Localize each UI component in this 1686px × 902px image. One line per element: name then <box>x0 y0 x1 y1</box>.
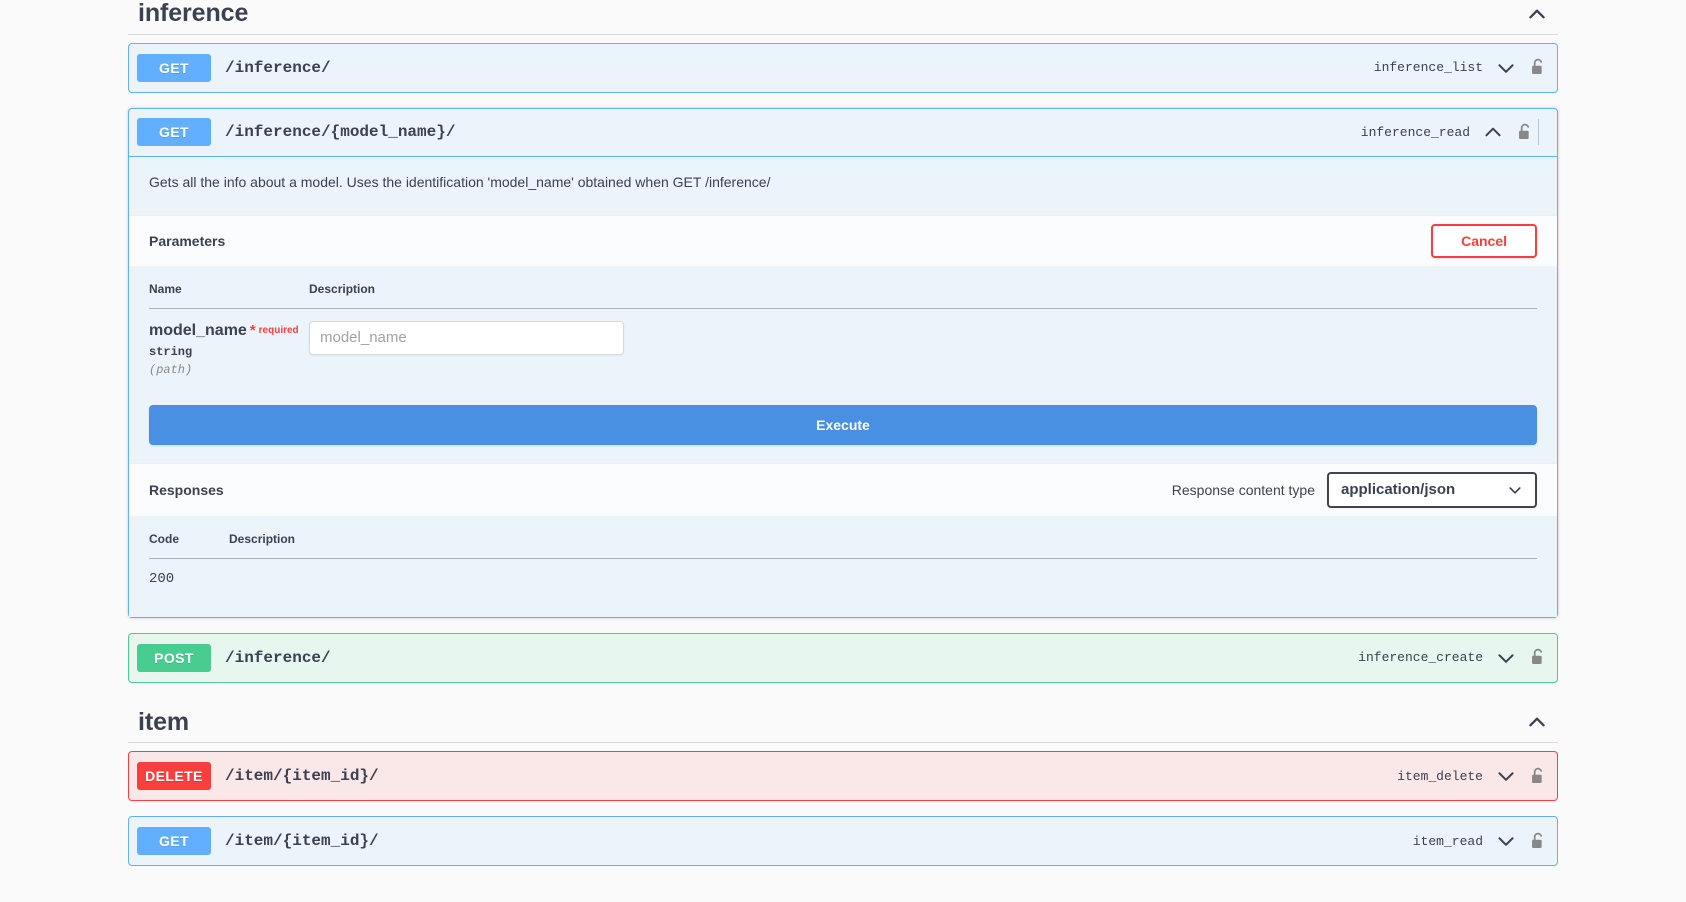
tag-title: inference <box>138 0 249 27</box>
operation-path: /inference/ <box>225 58 331 77</box>
http-method-badge: GET <box>137 53 211 82</box>
operation-path: /inference/ <box>225 648 331 667</box>
response-content-type-select[interactable]: application/json <box>1327 471 1537 508</box>
parameters-table: Name Description model_name * required str… <box>149 281 1537 387</box>
responses-col-description: Description <box>229 531 1537 559</box>
chevron-down-icon <box>1507 482 1523 498</box>
parameter-location: (path) <box>149 362 193 377</box>
chevron-down-icon[interactable] <box>1495 57 1527 79</box>
response-content-type-wrap: Response content type application/json <box>1171 471 1537 508</box>
table-row: 200 <box>149 558 1537 597</box>
parameter-type: string <box>149 344 193 359</box>
tag-header-item[interactable]: item <box>128 707 1558 744</box>
operation-path: /item/{item_id}/ <box>225 767 379 786</box>
swagger-content: inference GET /inference/ inference_list <box>128 0 1558 867</box>
tag-section-inference: inference GET /inference/ inference_list <box>128 0 1558 683</box>
operation-summary[interactable]: GET /inference/ inference_list <box>129 44 1557 92</box>
parameters-table-wrap: Name Description model_name * required str… <box>129 266 1557 397</box>
parameters-header: Parameters Cancel <box>129 214 1557 266</box>
operation-item-delete: DELETE /item/{item_id}/ item_delete <box>128 751 1558 802</box>
operation-summary[interactable]: DELETE /item/{item_id}/ item_delete <box>129 752 1557 800</box>
responses-col-code: Code <box>149 531 229 559</box>
unlock-icon[interactable] <box>1527 57 1547 78</box>
swagger-ui-page: inference GET /inference/ inference_list <box>0 0 1686 902</box>
operation-inference-create: POST /inference/ inference_create <box>128 632 1558 683</box>
chevron-down-icon[interactable] <box>1495 765 1527 787</box>
operation-list-item: DELETE /item/{item_id}/ item_delete GET … <box>128 743 1558 867</box>
execute-wrap: Execute <box>129 397 1557 463</box>
responses-title: Responses <box>149 481 224 498</box>
http-method-badge: POST <box>137 643 211 672</box>
parameters-table-header-row: Name Description <box>149 281 1537 309</box>
execute-button[interactable]: Execute <box>149 404 1537 445</box>
operation-id: inference_create <box>1358 650 1483 666</box>
operation-body: Gets all the info about a model. Uses th… <box>129 156 1557 617</box>
unlock-icon[interactable] <box>1527 831 1547 852</box>
operation-inference-list: GET /inference/ inference_list <box>128 42 1558 93</box>
chevron-up-icon[interactable] <box>1526 3 1548 25</box>
parameter-name-text: model_name <box>149 321 247 339</box>
table-row: model_name * required string (path) <box>149 308 1537 387</box>
operation-inference-read: GET /inference/{model_name}/ inference_r… <box>128 107 1558 618</box>
operation-path: /inference/{model_name}/ <box>225 123 456 141</box>
response-description <box>229 558 1537 597</box>
response-code: 200 <box>149 570 175 587</box>
cancel-button[interactable]: Cancel <box>1431 223 1537 258</box>
operation-summary[interactable]: POST /inference/ inference_create <box>129 634 1557 682</box>
operation-id: inference_list <box>1373 60 1483 75</box>
response-content-type-label: Response content type <box>1171 481 1315 498</box>
responses-table: Code Description 200 <box>149 531 1537 597</box>
operation-description: Gets all the info about a model. Uses th… <box>149 173 771 190</box>
operation-id: item_delete <box>1397 768 1483 784</box>
required-star: * <box>249 321 256 339</box>
operation-summary[interactable]: GET /item/{item_id}/ item_read <box>129 817 1557 865</box>
http-method-badge: DELETE <box>137 762 211 791</box>
parameters-col-name: Name <box>149 281 309 309</box>
operation-id: item_read <box>1412 833 1483 849</box>
unlock-icon[interactable] <box>1527 766 1547 787</box>
operation-item-read: GET /item/{item_id}/ item_read <box>128 816 1558 867</box>
http-method-badge: GET <box>137 827 211 856</box>
tag-header-inference[interactable]: inference <box>128 0 1558 35</box>
chevron-down-icon[interactable] <box>1495 830 1527 852</box>
tag-section-item: item DELETE /item/{item_id}/ item_delete <box>128 707 1558 867</box>
operation-id: inference_read <box>1360 124 1470 140</box>
http-method-badge: GET <box>137 118 211 146</box>
parameters-title: Parameters <box>149 232 226 249</box>
chevron-down-icon[interactable] <box>1495 647 1527 669</box>
response-content-type-value: application/json <box>1341 481 1456 499</box>
unlock-icon[interactable] <box>1514 122 1534 143</box>
responses-table-wrap: Code Description 200 <box>129 516 1557 617</box>
operation-path: /item/{item_id}/ <box>225 832 379 851</box>
responses-header: Responses Response content type applicat… <box>129 462 1557 516</box>
parameter-name: model_name * required <box>149 321 309 340</box>
model-name-input[interactable] <box>309 320 624 355</box>
tag-title: item <box>138 707 190 736</box>
responses-table-header-row: Code Description <box>149 531 1537 559</box>
summary-divider <box>1538 119 1539 145</box>
chevron-up-icon[interactable] <box>1526 711 1548 733</box>
operation-summary[interactable]: GET /inference/{model_name}/ inference_r… <box>129 109 1557 157</box>
parameter-input-cell <box>309 308 1537 387</box>
operation-list-inference: GET /inference/ inference_list GET /infe… <box>128 35 1558 683</box>
parameters-col-description: Description <box>309 281 1537 309</box>
parameter-name-cell: model_name * required string (path) <box>149 308 309 387</box>
chevron-up-icon[interactable] <box>1482 121 1514 143</box>
unlock-icon[interactable] <box>1527 647 1547 668</box>
required-label: required <box>258 324 299 336</box>
